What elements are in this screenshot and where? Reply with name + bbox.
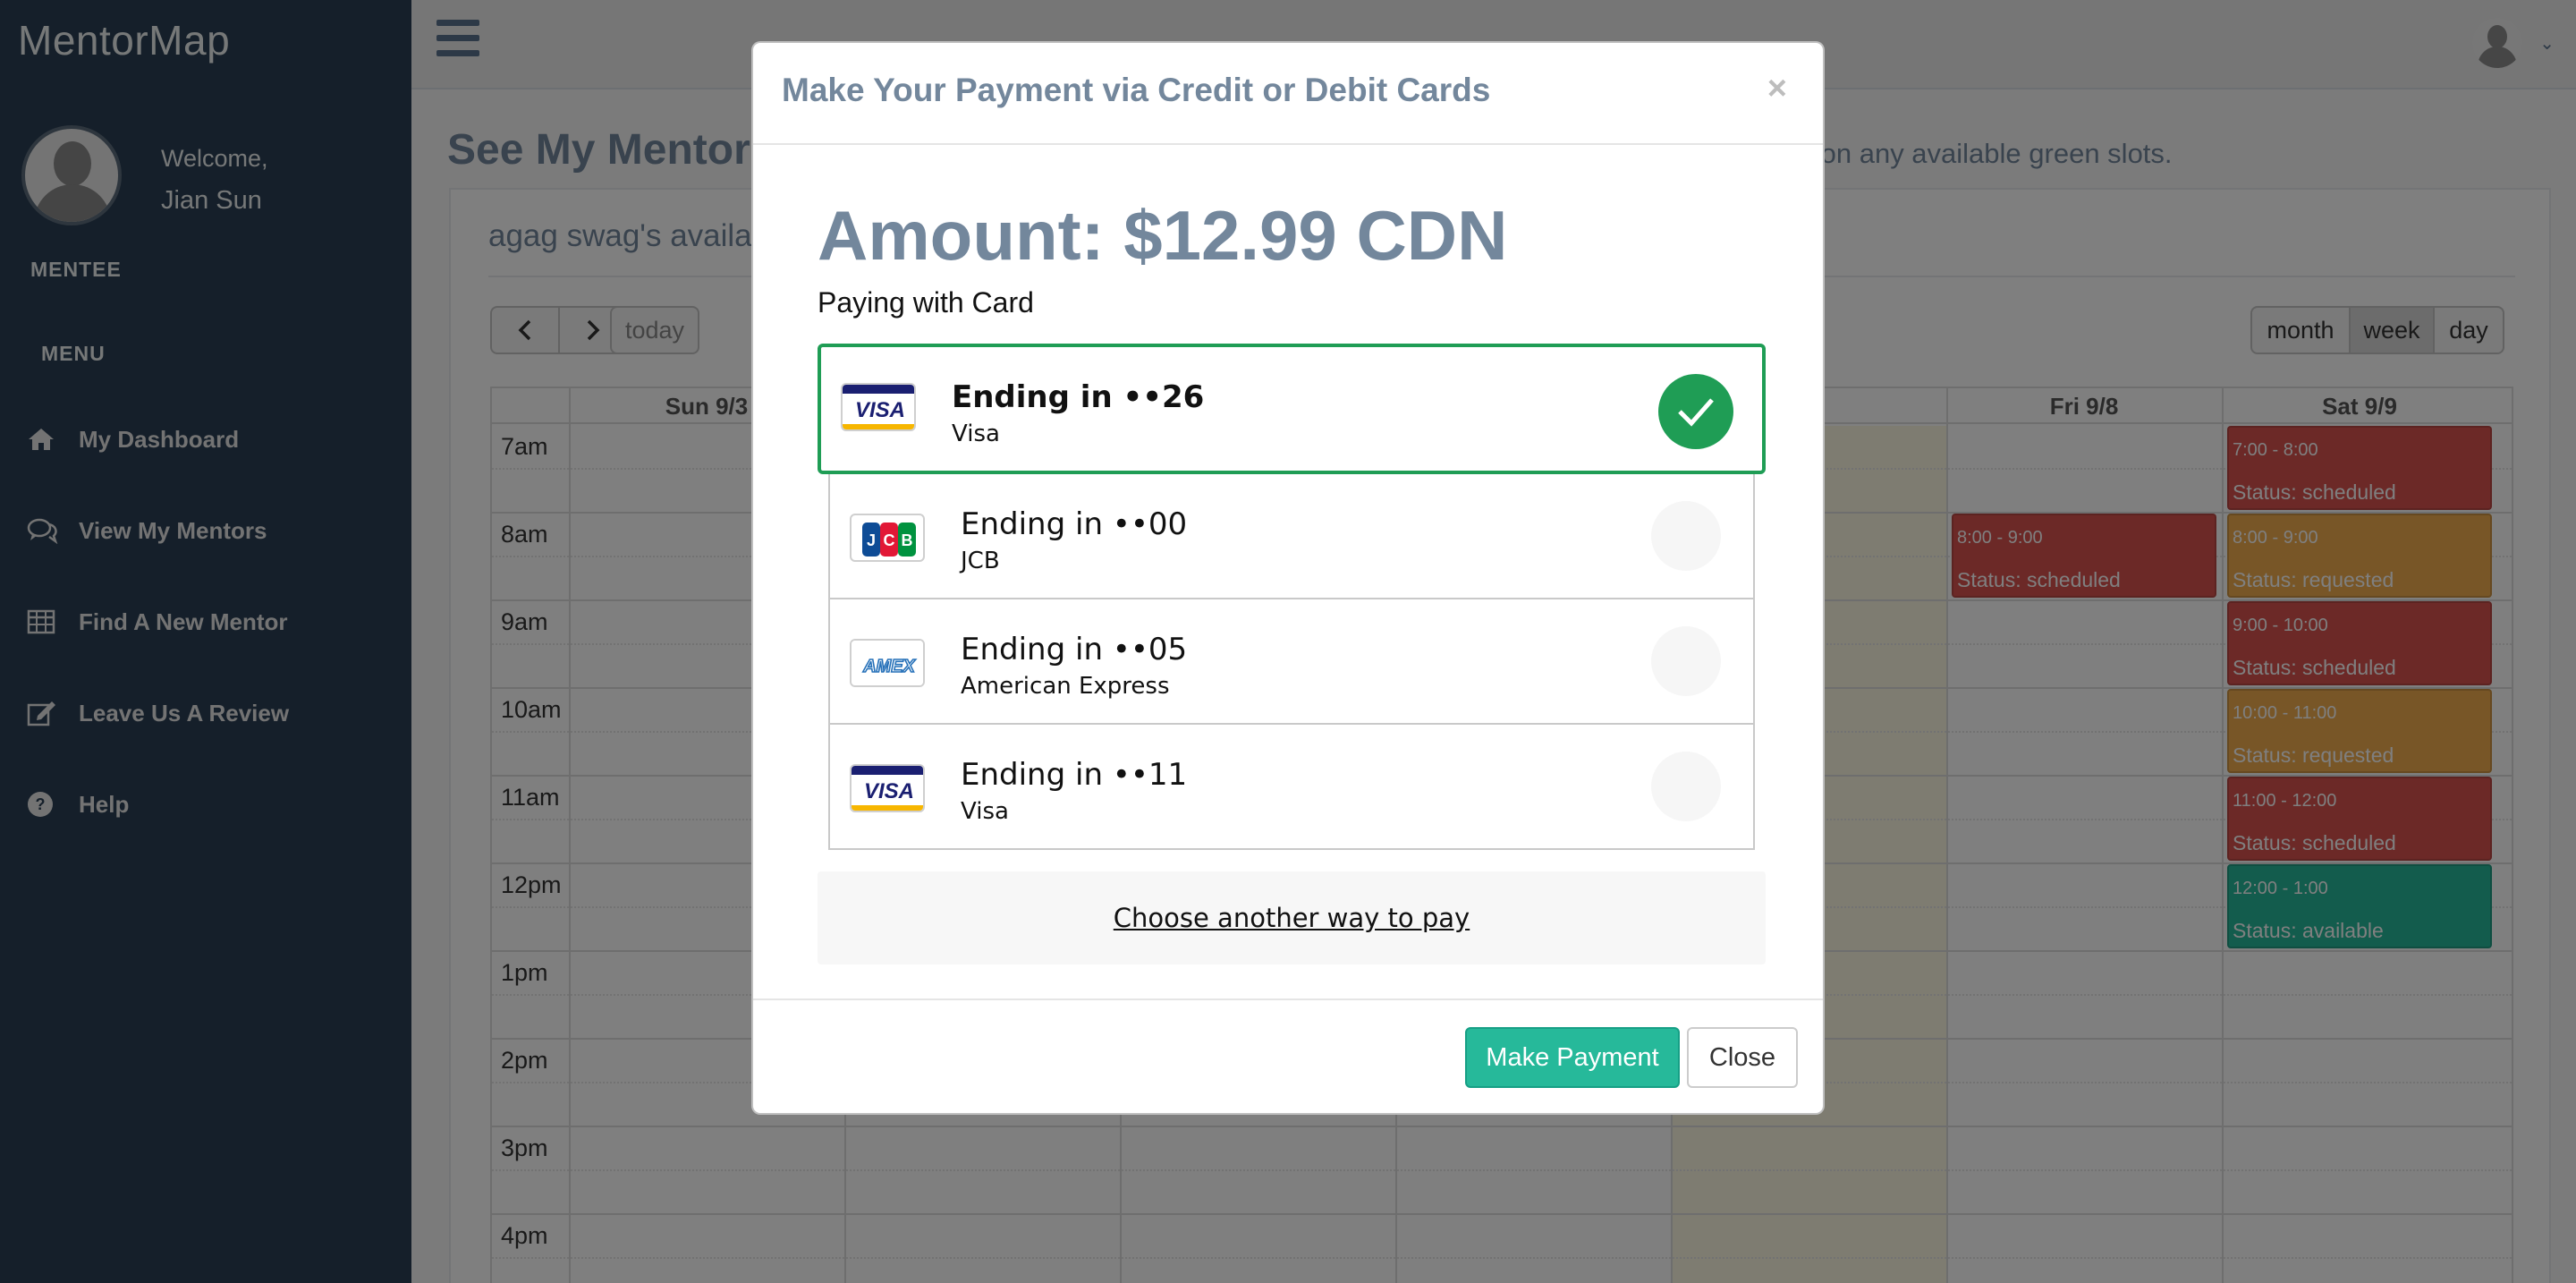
- visa-logo-icon: VISA: [841, 383, 916, 431]
- card-option[interactable]: AMEX Ending in ••05 American Express: [828, 599, 1755, 725]
- svg-text:C: C: [884, 531, 895, 549]
- card-ending: Ending in ••11: [961, 757, 1188, 793]
- card-brand: Visa: [952, 421, 1000, 447]
- card-option[interactable]: VISA Ending in ••11 Visa: [828, 725, 1755, 850]
- jcb-logo-icon: JCB: [850, 514, 925, 562]
- payment-modal: Make Your Payment via Credit or Debit Ca…: [751, 41, 1825, 1115]
- close-icon[interactable]: ×: [1767, 70, 1787, 108]
- radio-unselected[interactable]: [1651, 626, 1721, 696]
- close-button[interactable]: Close: [1687, 1027, 1798, 1088]
- card-ending: Ending in ••00: [961, 506, 1188, 542]
- svg-text:J: J: [867, 531, 876, 549]
- visa-logo-icon: VISA: [850, 764, 925, 812]
- card-option[interactable]: JCB Ending in ••00 JCB: [828, 474, 1755, 599]
- modal-footer-divider: [753, 998, 1823, 1000]
- card-brand: Visa: [961, 798, 1009, 825]
- choose-another-way-link[interactable]: Choose another way to pay: [1114, 903, 1470, 933]
- card-option-selected[interactable]: VISA Ending in ••26 Visa: [818, 344, 1766, 474]
- card-ending: Ending in ••26: [952, 379, 1205, 415]
- modal-title: Make Your Payment via Credit or Debit Ca…: [782, 72, 1491, 108]
- svg-text:VISA: VISA: [855, 398, 905, 422]
- make-payment-button[interactable]: Make Payment: [1465, 1027, 1680, 1088]
- radio-unselected[interactable]: [1651, 501, 1721, 571]
- svg-text:B: B: [902, 531, 913, 549]
- paying-with-label: Paying with Card: [818, 286, 1034, 319]
- svg-text:VISA: VISA: [864, 779, 914, 803]
- card-ending: Ending in ••05: [961, 632, 1188, 667]
- card-brand: American Express: [961, 673, 1170, 700]
- checkmark-icon[interactable]: [1658, 374, 1733, 449]
- card-brand: JCB: [961, 548, 1000, 574]
- payment-amount: Amount: $12.99 CDN: [818, 196, 1508, 275]
- choose-another-way-section: Choose another way to pay: [818, 871, 1766, 964]
- modal-header: Make Your Payment via Credit or Debit Ca…: [753, 43, 1823, 145]
- svg-text:AMEX: AMEX: [862, 657, 916, 676]
- amex-logo-icon: AMEX: [850, 639, 925, 687]
- radio-unselected[interactable]: [1651, 752, 1721, 821]
